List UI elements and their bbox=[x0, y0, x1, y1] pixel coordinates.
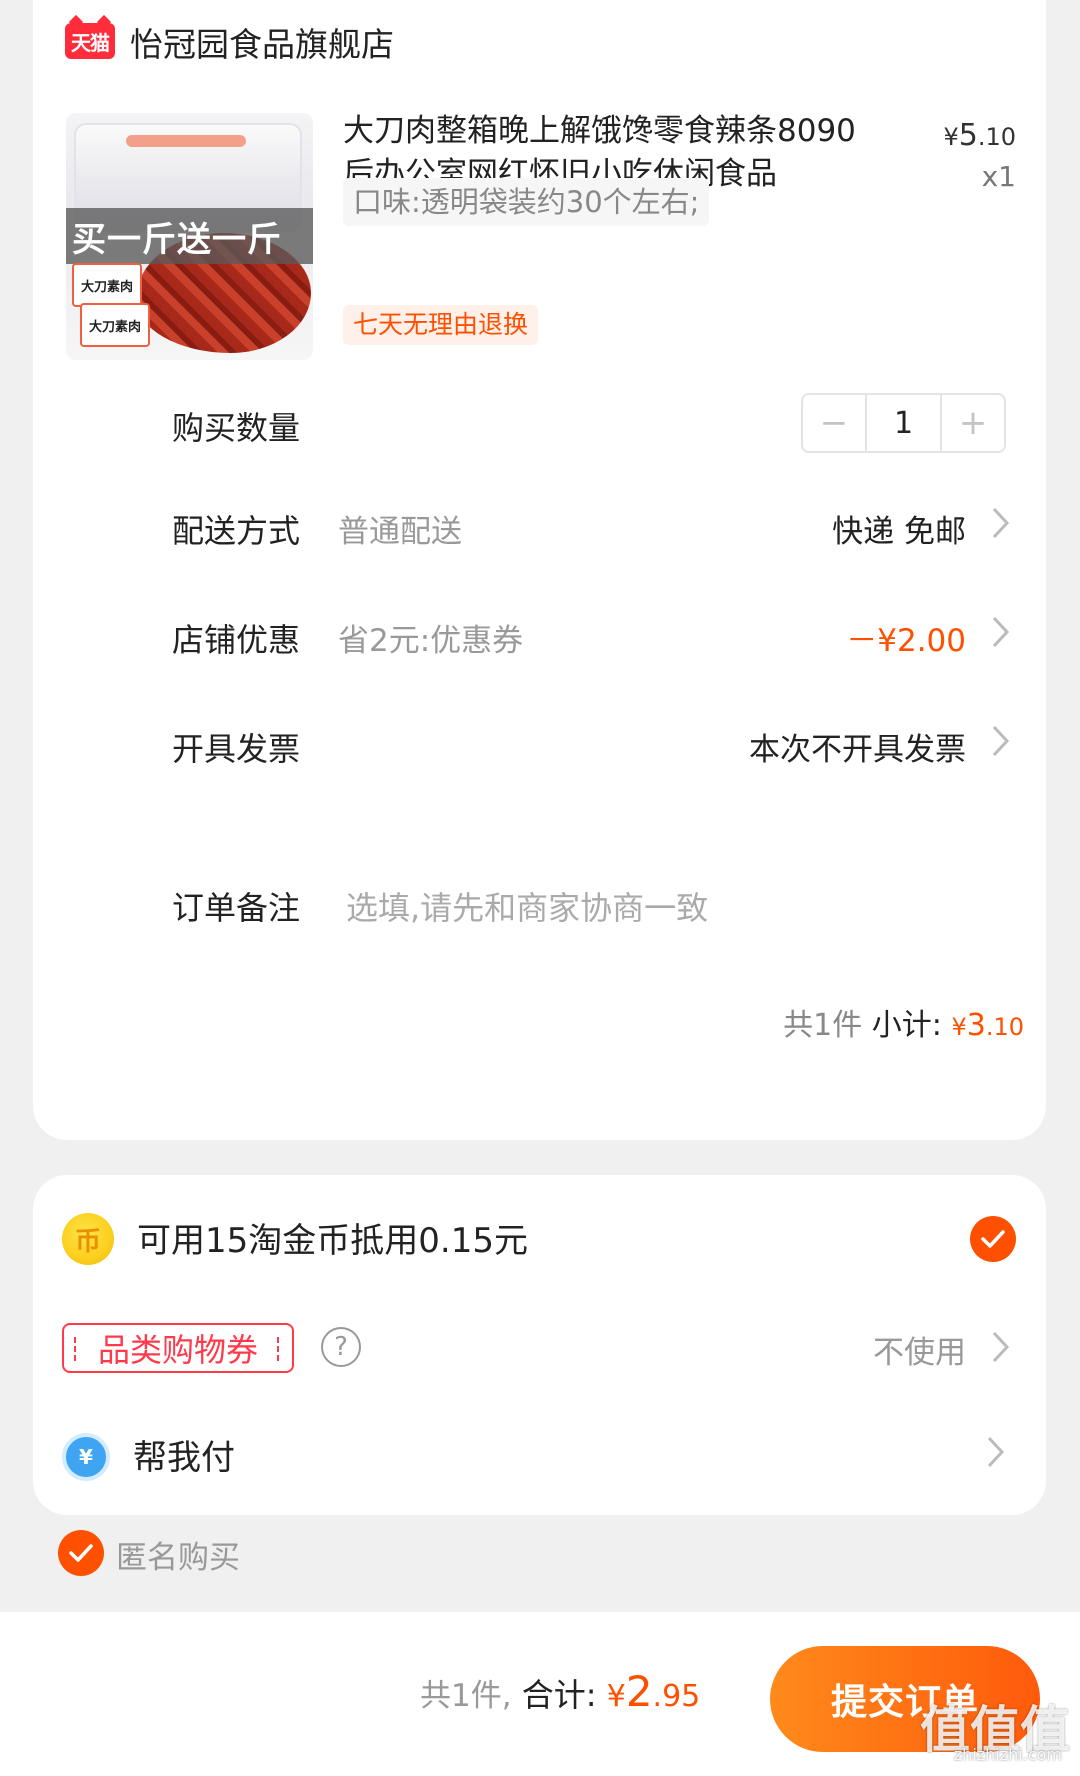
chevron-right-icon bbox=[987, 1436, 1005, 1468]
options-card: 币 可用15淘金币抵用0.15元 品类购物券 ? 不使用 ¥ 帮我付 bbox=[33, 1175, 1046, 1515]
product-box-label-graphic bbox=[126, 135, 246, 147]
total-currency: ¥ bbox=[606, 1679, 626, 1714]
product-image[interactable]: 买一斤送一斤 大刀素肉 大刀素肉 bbox=[66, 113, 313, 360]
price-decimal: .10 bbox=[977, 123, 1016, 151]
product-price: ¥5.10 bbox=[943, 118, 1016, 153]
quantity-label: 购买数量 bbox=[172, 409, 301, 447]
coupon-value: 不使用 bbox=[873, 1335, 966, 1371]
watermark-url: zhizhizhi.com bbox=[953, 1745, 1062, 1764]
order-card: 天猫 怡冠园食品旗舰店 买一斤送一斤 大刀素肉 大刀素肉 大刀肉整箱晚上解饿馋零… bbox=[33, 0, 1046, 1140]
coin-deduction-text: 可用15淘金币抵用0.15元 bbox=[137, 1221, 528, 1261]
pay-for-me-icon: ¥ bbox=[62, 1433, 110, 1481]
product-pack-graphic: 大刀素肉 bbox=[72, 263, 142, 307]
subtotal-label: 小计: bbox=[871, 1008, 942, 1043]
decrement-button[interactable]: − bbox=[803, 395, 865, 451]
total-integer: 2 bbox=[625, 1667, 653, 1716]
delivery-method: 普通配送 bbox=[338, 514, 462, 550]
store-discount-value: －¥2.00 bbox=[846, 623, 966, 659]
invoice-value: 本次不开具发票 bbox=[749, 732, 966, 768]
invoice-label: 开具发票 bbox=[172, 730, 301, 768]
tmall-logo-icon: 天猫 bbox=[65, 23, 115, 59]
quantity-stepper: − 1 + bbox=[801, 393, 1006, 453]
price-currency: ¥ bbox=[943, 123, 959, 151]
total-label: 合计: bbox=[521, 1676, 597, 1714]
quantity-value[interactable]: 1 bbox=[865, 395, 942, 451]
chevron-right-icon bbox=[992, 725, 1010, 757]
product-quantity: x1 bbox=[981, 160, 1016, 193]
category-coupon-badge: 品类购物券 bbox=[62, 1323, 294, 1373]
subtotal: 共1件 小计: ¥3.10 bbox=[783, 1000, 1024, 1044]
subtotal-integer: 3 bbox=[966, 1008, 986, 1043]
return-policy-badge: 七天无理由退换 bbox=[343, 305, 539, 345]
total-decimal: .95 bbox=[652, 1679, 701, 1714]
subtotal-currency: ¥ bbox=[951, 1013, 967, 1041]
subtotal-count: 共1件 bbox=[783, 1008, 863, 1043]
help-icon[interactable]: ? bbox=[321, 1327, 361, 1367]
store-discount-label: 店铺优惠 bbox=[172, 621, 301, 659]
tmall-badge-text: 天猫 bbox=[71, 30, 110, 55]
chevron-right-icon bbox=[992, 1331, 1010, 1363]
checkout-bar: 共1件, 合计: ¥2.95 提交订单 bbox=[0, 1612, 1080, 1776]
product-image-banner: 买一斤送一斤 bbox=[66, 208, 313, 264]
order-total: 共1件, 合计: ¥2.95 bbox=[420, 1667, 700, 1716]
gold-coin-icon: 币 bbox=[62, 1213, 114, 1265]
coin-check-icon[interactable] bbox=[970, 1216, 1016, 1262]
product-variant[interactable]: 口味:透明袋装约30个左右; bbox=[343, 178, 710, 226]
remark-input[interactable]: 选填,请先和商家协商一致 bbox=[346, 883, 708, 929]
delivery-label: 配送方式 bbox=[172, 512, 301, 550]
store-name[interactable]: 怡冠园食品旗舰店 bbox=[130, 18, 394, 66]
pay-for-me-label: 帮我付 bbox=[133, 1438, 235, 1478]
total-count: 共1件, bbox=[420, 1678, 512, 1714]
price-integer: 5 bbox=[958, 118, 978, 153]
subtotal-decimal: .10 bbox=[985, 1013, 1024, 1041]
anonymous-label[interactable]: 匿名购买 bbox=[116, 1532, 240, 1577]
chevron-right-icon bbox=[992, 507, 1010, 539]
remark-label: 订单备注 bbox=[172, 889, 301, 927]
chevron-right-icon bbox=[992, 616, 1010, 648]
anonymous-check-icon[interactable] bbox=[58, 1530, 104, 1576]
product-pack-graphic: 大刀素肉 bbox=[80, 303, 150, 347]
increment-button[interactable]: + bbox=[942, 395, 1004, 451]
delivery-value: 快递 免邮 bbox=[832, 514, 966, 550]
store-discount-detail: 省2元:优惠券 bbox=[338, 623, 524, 659]
